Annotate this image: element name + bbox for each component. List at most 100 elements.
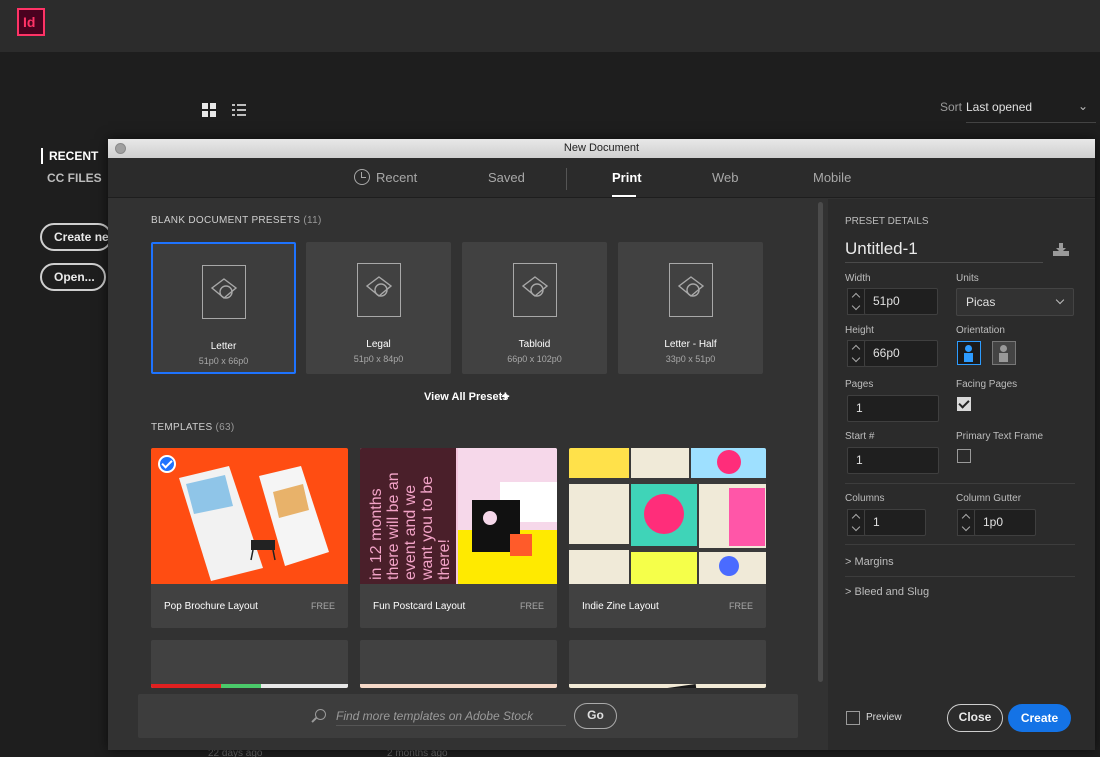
height-field[interactable]: 66p0 — [864, 340, 938, 367]
gutter-stepper[interactable] — [957, 509, 975, 536]
tab-separator — [566, 168, 567, 190]
document-name-field[interactable]: Untitled-1 — [845, 239, 1043, 263]
sort-select[interactable]: Last opened — [966, 100, 1032, 114]
presets-count: (11) — [303, 215, 322, 226]
category-tabs: Recent Saved Print Web Mobile — [108, 158, 1095, 198]
template-name: Pop Brochure Layout — [164, 601, 258, 612]
margins-expander[interactable]: > Margins — [845, 556, 894, 568]
document-icon — [668, 263, 713, 317]
go-button[interactable]: Go — [574, 703, 617, 729]
bleed-slug-label: Bleed and Slug — [854, 586, 930, 598]
template-thumbnail — [151, 684, 348, 688]
tab-recent[interactable]: Recent — [376, 170, 417, 185]
divider — [845, 483, 1075, 484]
search-icon — [315, 709, 326, 720]
start-page-field[interactable]: 1 — [847, 447, 939, 474]
dialog-titlebar: New Document — [108, 139, 1095, 158]
template-thumbnail — [569, 684, 766, 688]
templates-section-title: TEMPLATES (63) — [151, 422, 235, 433]
preset-size: 33p0 x 51p0 — [665, 354, 716, 364]
preset-details-title: PRESET DETAILS — [845, 216, 929, 227]
columns-label: Columns — [845, 493, 885, 504]
column-gutter-field[interactable]: 1p0 — [974, 509, 1036, 536]
presets-pane: BLANK DOCUMENT PRESETS (11) Letter 51p0 … — [108, 199, 828, 750]
pages-label: Pages — [845, 379, 874, 390]
template-card-indie-zine[interactable]: Indie Zine Layout FREE — [569, 448, 766, 628]
preset-size: 66p0 x 102p0 — [507, 354, 562, 364]
facing-pages-label: Facing Pages — [956, 379, 1018, 390]
grid-view-icon[interactable] — [202, 103, 216, 117]
height-label: Height — [845, 325, 874, 336]
template-card-fun-postcard[interactable]: in 12 months there will be an event and … — [360, 448, 557, 628]
template-price: FREE — [728, 601, 753, 611]
primary-text-frame-label: Primary Text Frame — [956, 431, 1044, 442]
dialog-title: New Document — [563, 142, 640, 154]
window-close-dot[interactable] — [115, 143, 126, 154]
clock-icon — [354, 169, 370, 185]
open-button[interactable]: Open... — [40, 263, 106, 291]
preset-card-letter-half[interactable]: Letter - Half 33p0 x 51p0 — [618, 242, 763, 374]
tab-mobile[interactable]: Mobile — [813, 170, 851, 185]
save-preset-icon[interactable] — [1052, 243, 1070, 257]
template-name: Indie Zine Layout — [582, 601, 659, 612]
columns-stepper[interactable] — [847, 509, 865, 536]
presets-title-text: BLANK DOCUMENT PRESETS — [151, 215, 301, 226]
create-new-button[interactable]: Create new... — [40, 223, 112, 251]
bleed-slug-expander[interactable]: > Bleed and Slug — [845, 586, 929, 598]
chevron-down-icon[interactable]: ⌄ — [1078, 99, 1088, 113]
preview-checkbox[interactable] — [846, 711, 860, 725]
template-price: FREE — [310, 601, 335, 611]
preset-card-tabloid[interactable]: Tabloid 66p0 x 102p0 — [462, 242, 607, 374]
tab-saved[interactable]: Saved — [488, 170, 525, 185]
template-card[interactable] — [360, 640, 557, 688]
template-card-pop-brochure[interactable]: Pop Brochure Layout FREE — [151, 448, 348, 628]
width-field[interactable]: 51p0 — [864, 288, 938, 315]
nav-cc-files[interactable]: CC FILES — [47, 171, 102, 185]
document-icon — [201, 265, 246, 319]
portrait-orientation-icon[interactable] — [957, 341, 981, 365]
facing-pages-checkbox[interactable] — [957, 397, 971, 411]
template-card[interactable] — [569, 640, 766, 688]
pages-field[interactable]: 1 — [847, 395, 939, 422]
close-button[interactable]: Close — [947, 704, 1003, 732]
list-view-icon[interactable] — [232, 103, 246, 117]
template-card[interactable] — [151, 640, 348, 688]
postcard-headline: in 12 months there will be an event and … — [368, 472, 453, 580]
units-value: Picas — [966, 295, 996, 309]
tab-web[interactable]: Web — [712, 170, 739, 185]
stock-search-input[interactable] — [336, 706, 566, 726]
template-thumbnail — [151, 448, 348, 584]
view-all-presets-link[interactable]: View All Presets — [424, 391, 508, 403]
width-stepper[interactable] — [847, 288, 865, 315]
active-tab-indicator — [612, 195, 636, 197]
presets-section-title: BLANK DOCUMENT PRESETS (11) — [151, 215, 322, 226]
units-select[interactable]: Picas — [956, 288, 1074, 316]
preset-card-letter[interactable]: Letter 51p0 x 66p0 — [151, 242, 296, 374]
preset-size: 51p0 x 84p0 — [353, 354, 404, 364]
nav-recent[interactable]: RECENT — [41, 148, 98, 164]
width-label: Width — [845, 273, 871, 284]
new-document-dialog: New Document Recent Saved Print Web Mobi… — [108, 139, 1095, 750]
preset-name: Tabloid — [518, 339, 551, 350]
preset-name: Letter — [210, 341, 237, 352]
orientation-label: Orientation — [956, 325, 1005, 336]
divider — [845, 544, 1075, 545]
preset-card-legal[interactable]: Legal 51p0 x 84p0 — [306, 242, 451, 374]
preset-details-panel: PRESET DETAILS Untitled-1 Width 51p0 Uni… — [828, 199, 1095, 750]
tab-print[interactable]: Print — [612, 170, 642, 185]
chevron-down-icon — [1055, 295, 1065, 305]
templates-title-text: TEMPLATES — [151, 422, 213, 433]
sort-underline — [966, 122, 1096, 123]
primary-text-frame-checkbox[interactable] — [957, 449, 971, 463]
landscape-orientation-icon[interactable] — [992, 341, 1016, 365]
plus-icon[interactable]: + — [501, 388, 510, 405]
app-header: Id — [0, 0, 1100, 52]
scrollbar[interactable] — [818, 202, 823, 682]
document-icon — [356, 263, 401, 317]
templates-count: (63) — [215, 422, 235, 433]
indesign-logo: Id — [17, 8, 45, 36]
template-thumbnail — [360, 684, 557, 688]
create-button[interactable]: Create — [1008, 704, 1071, 732]
columns-field[interactable]: 1 — [864, 509, 926, 536]
height-stepper[interactable] — [847, 340, 865, 367]
